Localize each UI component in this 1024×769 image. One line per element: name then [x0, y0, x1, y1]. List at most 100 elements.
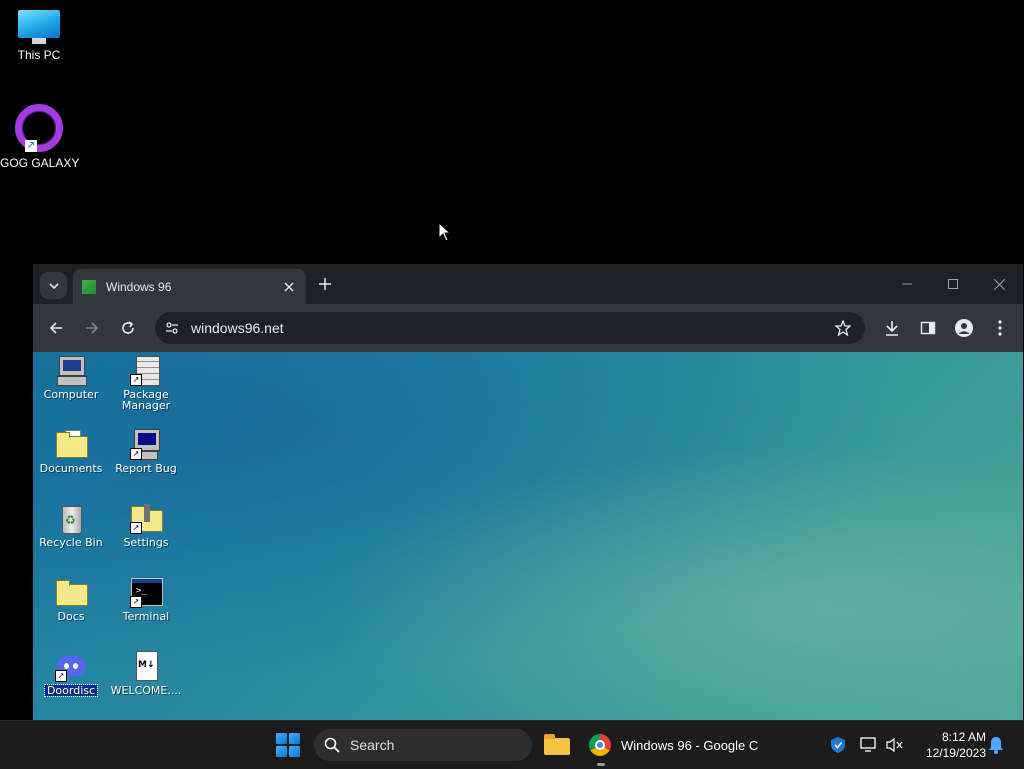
network-tray-button[interactable] [859, 735, 879, 755]
back-button[interactable] [44, 316, 68, 340]
mouse-cursor-icon [438, 222, 452, 242]
close-icon [993, 278, 1005, 290]
system-clock[interactable]: 8:12 AM 12/19/2023 [914, 729, 986, 761]
side-panel-icon [920, 321, 936, 335]
desktop-icon-label: This PC [17, 48, 61, 62]
w96-icon-label: Computer [43, 388, 99, 401]
browser-window: Windows 96 windows96.net Computer ↗ Pack… [33, 264, 1023, 720]
profile-button[interactable] [952, 316, 976, 340]
doordisc-icon: ↗ [55, 650, 87, 682]
browser-toolbar: windows96.net [33, 304, 1023, 352]
w96-icon-recycle-bin[interactable]: Recycle Bin [33, 502, 109, 548]
site-info-icon[interactable] [165, 321, 179, 335]
plus-icon [319, 278, 331, 290]
notifications-button[interactable] [986, 735, 1006, 755]
file-explorer-button[interactable] [544, 733, 570, 755]
windows-logo-icon [276, 746, 287, 757]
w96-icon-welcome[interactable]: WELCOME.... [108, 650, 184, 696]
maximize-button[interactable] [931, 272, 975, 296]
tab-search-button[interactable] [40, 272, 67, 299]
volume-tray-button[interactable] [885, 735, 905, 755]
tab-strip: Windows 96 [33, 264, 1023, 304]
bookmark-star-icon[interactable] [835, 320, 851, 336]
windows-logo-icon [289, 746, 300, 757]
w96-icon-report-bug[interactable]: ↗ Report Bug [108, 428, 184, 474]
windows-logo-icon [276, 733, 287, 744]
shield-icon [831, 737, 845, 753]
tab-windows-96[interactable]: Windows 96 [73, 269, 306, 304]
network-icon [860, 737, 876, 752]
minimize-button[interactable] [885, 272, 929, 296]
terminal-icon: ↗ [130, 576, 163, 608]
report-bug-icon: ↗ [130, 428, 162, 460]
close-window-button[interactable] [977, 272, 1021, 296]
desktop-icon-gog-galaxy[interactable]: ↗ GOG GALAXY [0, 104, 80, 170]
maximize-icon [948, 279, 958, 289]
monitor-icon [18, 10, 60, 44]
w96-icon-label: Settings [123, 536, 169, 549]
new-tab-button[interactable] [315, 274, 335, 294]
w96-icon-docs[interactable]: Docs [33, 576, 109, 622]
w96-icon-label: Documents [39, 462, 103, 475]
bell-icon [989, 737, 1003, 754]
tab-close-button[interactable] [280, 278, 298, 296]
start-button[interactable] [276, 733, 300, 757]
w96-icon-label: Docs [57, 610, 85, 623]
url-text: windows96.net [191, 320, 284, 336]
taskbar-app-label: Windows 96 - Google C [621, 737, 759, 753]
chrome-icon [589, 734, 611, 756]
shortcut-arrow-icon: ↗ [25, 140, 37, 152]
minimize-icon [902, 283, 912, 285]
w96-icon-label: Recycle Bin [39, 536, 103, 549]
reload-icon [122, 321, 134, 334]
taskbar: Search Windows 96 - Google C 8:12 AM 12/… [0, 720, 1024, 769]
taskbar-chrome-app[interactable]: Windows 96 - Google C [584, 725, 760, 765]
w96-icon-label: WELCOME.... [110, 684, 182, 697]
close-icon [284, 282, 294, 291]
folder-icon [55, 576, 88, 608]
w96-icon-settings[interactable]: ↗ Settings [108, 502, 184, 548]
w96-icon-doordisc[interactable]: ↗ Doordisc [33, 650, 109, 697]
folder-icon [544, 734, 570, 755]
profile-icon [955, 319, 973, 337]
w96-icon-label: Report Bug [115, 462, 177, 475]
search-label: Search [350, 737, 395, 753]
search-icon [324, 737, 340, 753]
downloads-button[interactable] [880, 316, 904, 340]
clock-date: 12/19/2023 [925, 746, 986, 760]
package-manager-icon: ↗ [130, 354, 162, 386]
desktop-icon-this-pc[interactable]: This PC [0, 10, 78, 62]
w96-icon-label-selected: Doordisc [43, 684, 99, 697]
gog-galaxy-icon [15, 104, 63, 152]
download-icon [886, 321, 898, 336]
windows-logo-icon [289, 733, 300, 744]
computer-icon [55, 354, 87, 386]
chevron-down-icon [48, 282, 59, 289]
desktop-icon-label: GOG GALAXY [0, 156, 80, 170]
defender-tray-button[interactable] [828, 735, 848, 755]
w96-icon-documents[interactable]: Documents [33, 428, 109, 474]
windows96-desktop[interactable]: Computer ↗ Package Manager Documents ↗ R… [33, 352, 1023, 720]
volume-muted-icon [886, 737, 903, 753]
clock-time: 8:12 AM [941, 730, 986, 744]
recycle-bin-icon [55, 502, 87, 534]
settings-icon: ↗ [130, 502, 163, 534]
w96-icon-label: Package Manager [121, 388, 171, 412]
w96-icon-terminal[interactable]: ↗ Terminal [108, 576, 184, 622]
more-vert-icon [998, 320, 1002, 336]
w96-icon-label: Terminal [122, 610, 170, 623]
active-app-indicator [597, 763, 605, 766]
reload-button[interactable] [116, 316, 140, 340]
taskbar-search[interactable]: Search [314, 729, 532, 761]
arrow-left-icon [49, 322, 62, 334]
w96-icon-package-manager[interactable]: ↗ Package Manager [108, 354, 184, 412]
markdown-file-icon [130, 650, 162, 682]
documents-folder-icon [55, 428, 88, 460]
arrow-right-icon [86, 322, 99, 334]
address-bar[interactable]: windows96.net [155, 312, 865, 344]
w96-icon-computer[interactable]: Computer [33, 354, 109, 400]
forward-button[interactable] [80, 316, 104, 340]
side-panel-button[interactable] [916, 316, 940, 340]
menu-button[interactable] [988, 316, 1012, 340]
tab-title: Windows 96 [106, 279, 172, 294]
